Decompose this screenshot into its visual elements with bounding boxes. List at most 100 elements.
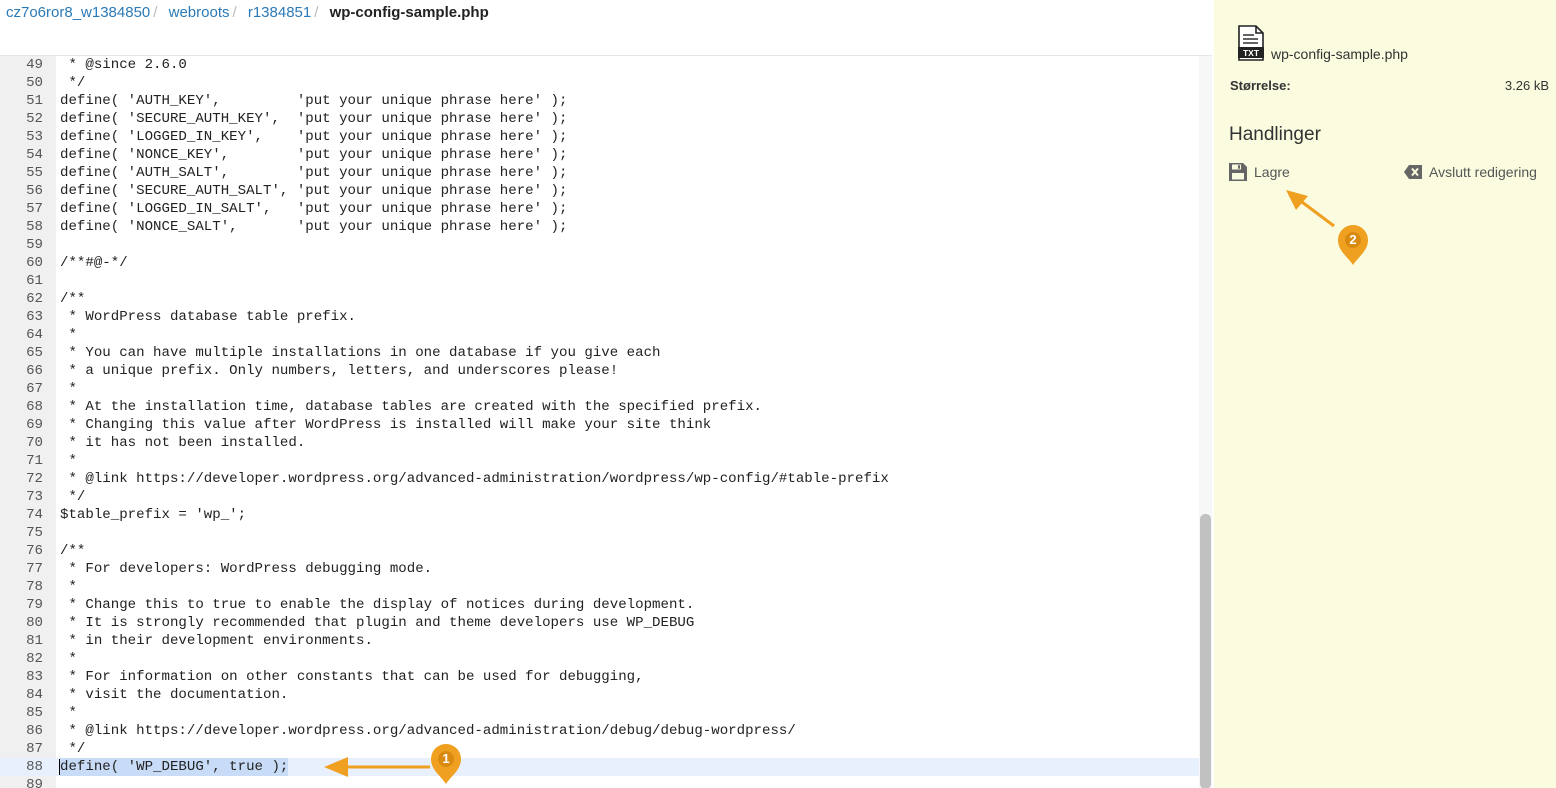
code-line[interactable]: 83 * For information on other constants … (0, 668, 1199, 686)
code-text[interactable]: * For information on other constants tha… (60, 668, 643, 686)
code-line[interactable]: 64 * (0, 326, 1199, 344)
code-text[interactable]: * (60, 578, 76, 596)
code-line[interactable]: 86 * @link https://developer.wordpress.o… (0, 722, 1199, 740)
line-number: 54 (26, 147, 43, 163)
code-text[interactable]: define( 'NONCE_KEY', 'put your unique ph… (60, 146, 567, 164)
code-line[interactable]: 82 * (0, 650, 1199, 668)
code-text[interactable]: * @link https://developer.wordpress.org/… (60, 470, 888, 488)
code-text[interactable]: /** (60, 542, 85, 560)
line-number: 81 (26, 633, 43, 649)
backspace-icon (1404, 165, 1422, 179)
breadcrumb-link-webroots[interactable]: webroots (169, 4, 230, 21)
code-text[interactable]: * For developers: WordPress debugging mo… (60, 560, 432, 578)
code-text[interactable]: define( 'NONCE_SALT', 'put your unique p… (60, 218, 567, 236)
code-text[interactable]: * It is strongly recommended that plugin… (60, 614, 694, 632)
code-text[interactable]: * visit the documentation. (60, 686, 288, 704)
code-line[interactable]: 74 $table_prefix = 'wp_'; (0, 506, 1199, 524)
code-text[interactable]: /**#@-*/ (60, 254, 128, 272)
code-line[interactable]: 52 define( 'SECURE_AUTH_KEY', 'put your u… (0, 110, 1199, 128)
code-text[interactable]: * a unique prefix. Only numbers, letters… (60, 362, 618, 380)
line-number: 86 (26, 723, 43, 739)
code-text[interactable]: */ (60, 74, 85, 92)
code-text[interactable]: define( 'SECURE_AUTH_KEY', 'put your uni… (60, 110, 567, 128)
line-number: 87 (26, 741, 43, 757)
line-number: 66 (26, 363, 43, 379)
code-line[interactable]: 62 /** (0, 290, 1199, 308)
code-line[interactable]: 85 * (0, 704, 1199, 722)
code-line[interactable]: 57 define( 'LOGGED_IN_SALT', 'put your un… (0, 200, 1199, 218)
code-line[interactable]: 51 define( 'AUTH_KEY', 'put your unique p… (0, 92, 1199, 110)
code-text[interactable]: * You can have multiple installations in… (60, 344, 660, 362)
exit-editing-button[interactable]: Avslutt redigering (1403, 160, 1537, 184)
line-number: 77 (26, 561, 43, 577)
breadcrumb-link-folder[interactable]: r1384851 (248, 4, 311, 21)
code-line[interactable]: 73 */ (0, 488, 1199, 506)
code-line[interactable]: 84 * visit the documentation. (0, 686, 1199, 704)
code-text[interactable]: /** (60, 290, 85, 308)
code-text[interactable]: define( 'SECURE_AUTH_SALT', 'put your un… (60, 182, 567, 200)
code-text[interactable]: * (60, 452, 76, 470)
save-button[interactable]: Lagre (1228, 160, 1290, 184)
code-line[interactable]: 61 (0, 272, 1199, 290)
code-line[interactable]: 49 * @since 2.6.0 (0, 56, 1199, 74)
code-line[interactable]: 80 * It is strongly recommended that plu… (0, 614, 1199, 632)
code-line[interactable]: 50 */ (0, 74, 1199, 92)
code-line[interactable]: 79 * Change this to true to enable the d… (0, 596, 1199, 614)
code-editor[interactable]: 49 * @since 2.6.0 50 */51 define( 'AUTH_KE… (0, 55, 1212, 788)
breadcrumb-link-account[interactable]: cz7o6ror8_w1384850 (6, 4, 150, 21)
code-line[interactable]: 53 define( 'LOGGED_IN_KEY', 'put your uni… (0, 128, 1199, 146)
code-text[interactable]: * At the installation time, database tab… (60, 398, 762, 416)
code-line[interactable]: 75 (0, 524, 1199, 542)
line-number: 64 (26, 327, 43, 343)
code-text[interactable]: * (60, 704, 76, 722)
code-line[interactable]: 78 * (0, 578, 1199, 596)
code-line[interactable]: 58 define( 'NONCE_SALT', 'put your unique… (0, 218, 1199, 236)
line-number: 65 (26, 345, 43, 361)
code-line[interactable]: 88 define( 'WP_DEBUG', true ); (0, 758, 1199, 776)
code-text[interactable]: * (60, 326, 76, 344)
code-line[interactable]: 65 * You can have multiple installations… (0, 344, 1199, 362)
line-number: 79 (26, 597, 43, 613)
code-text[interactable]: define( 'LOGGED_IN_SALT', 'put your uniq… (60, 200, 567, 218)
editor-scrollbar-thumb[interactable] (1200, 514, 1211, 788)
code-line[interactable]: 55 define( 'AUTH_SALT', 'put your unique … (0, 164, 1199, 182)
code-text[interactable]: * Change this to true to enable the disp… (60, 596, 694, 614)
code-line[interactable]: 70 * it has not been installed. (0, 434, 1199, 452)
code-line[interactable]: 68 * At the installation time, database … (0, 398, 1199, 416)
size-label: Størrelse: (1230, 78, 1291, 93)
code-text[interactable]: define( 'WP_DEBUG', true ); (58, 758, 289, 776)
code-line[interactable]: 66 * a unique prefix. Only numbers, lett… (0, 362, 1199, 380)
code-text[interactable]: define( 'LOGGED_IN_KEY', 'put your uniqu… (60, 128, 567, 146)
code-line[interactable]: 63 * WordPress database table prefix. (0, 308, 1199, 326)
code-line[interactable]: 71 * (0, 452, 1199, 470)
code-text[interactable]: define( 'AUTH_SALT', 'put your unique ph… (60, 164, 567, 182)
code-text[interactable]: * Changing this value after WordPress is… (60, 416, 711, 434)
line-number: 58 (26, 219, 43, 235)
code-line[interactable]: 77 * For developers: WordPress debugging… (0, 560, 1199, 578)
line-number: 73 (26, 489, 43, 505)
code-line[interactable]: 67 * (0, 380, 1199, 398)
code-line[interactable]: 81 * in their development environments. (0, 632, 1199, 650)
code-text[interactable]: */ (60, 740, 85, 758)
code-line[interactable]: 72 * @link https://developer.wordpress.o… (0, 470, 1199, 488)
code-text[interactable]: $table_prefix = 'wp_'; (60, 506, 246, 524)
code-line[interactable]: 56 define( 'SECURE_AUTH_SALT', 'put your … (0, 182, 1199, 200)
code-line[interactable]: 89 (0, 776, 1199, 788)
code-line[interactable]: 69 * Changing this value after WordPress… (0, 416, 1199, 434)
code-text[interactable]: define( 'AUTH_KEY', 'put your unique phr… (60, 92, 567, 110)
code-lines[interactable]: 49 * @since 2.6.0 50 */51 define( 'AUTH_KE… (0, 56, 1199, 788)
code-text[interactable]: * (60, 650, 76, 668)
code-text[interactable]: * (60, 380, 76, 398)
code-text[interactable]: * @since 2.6.0 (60, 56, 186, 74)
code-line[interactable]: 87 */ (0, 740, 1199, 758)
code-text[interactable]: * it has not been installed. (60, 434, 305, 452)
code-line[interactable]: 60 /**#@-*/ (0, 254, 1199, 272)
code-line[interactable]: 54 define( 'NONCE_KEY', 'put your unique … (0, 146, 1199, 164)
code-line[interactable]: 59 (0, 236, 1199, 254)
code-line[interactable]: 76 /** (0, 542, 1199, 560)
code-text[interactable]: * in their development environments. (60, 632, 372, 650)
txt-file-icon: TXT (1238, 25, 1264, 61)
code-text[interactable]: * @link https://developer.wordpress.org/… (60, 722, 795, 740)
code-text[interactable]: */ (60, 488, 85, 506)
code-text[interactable]: * WordPress database table prefix. (60, 308, 356, 326)
